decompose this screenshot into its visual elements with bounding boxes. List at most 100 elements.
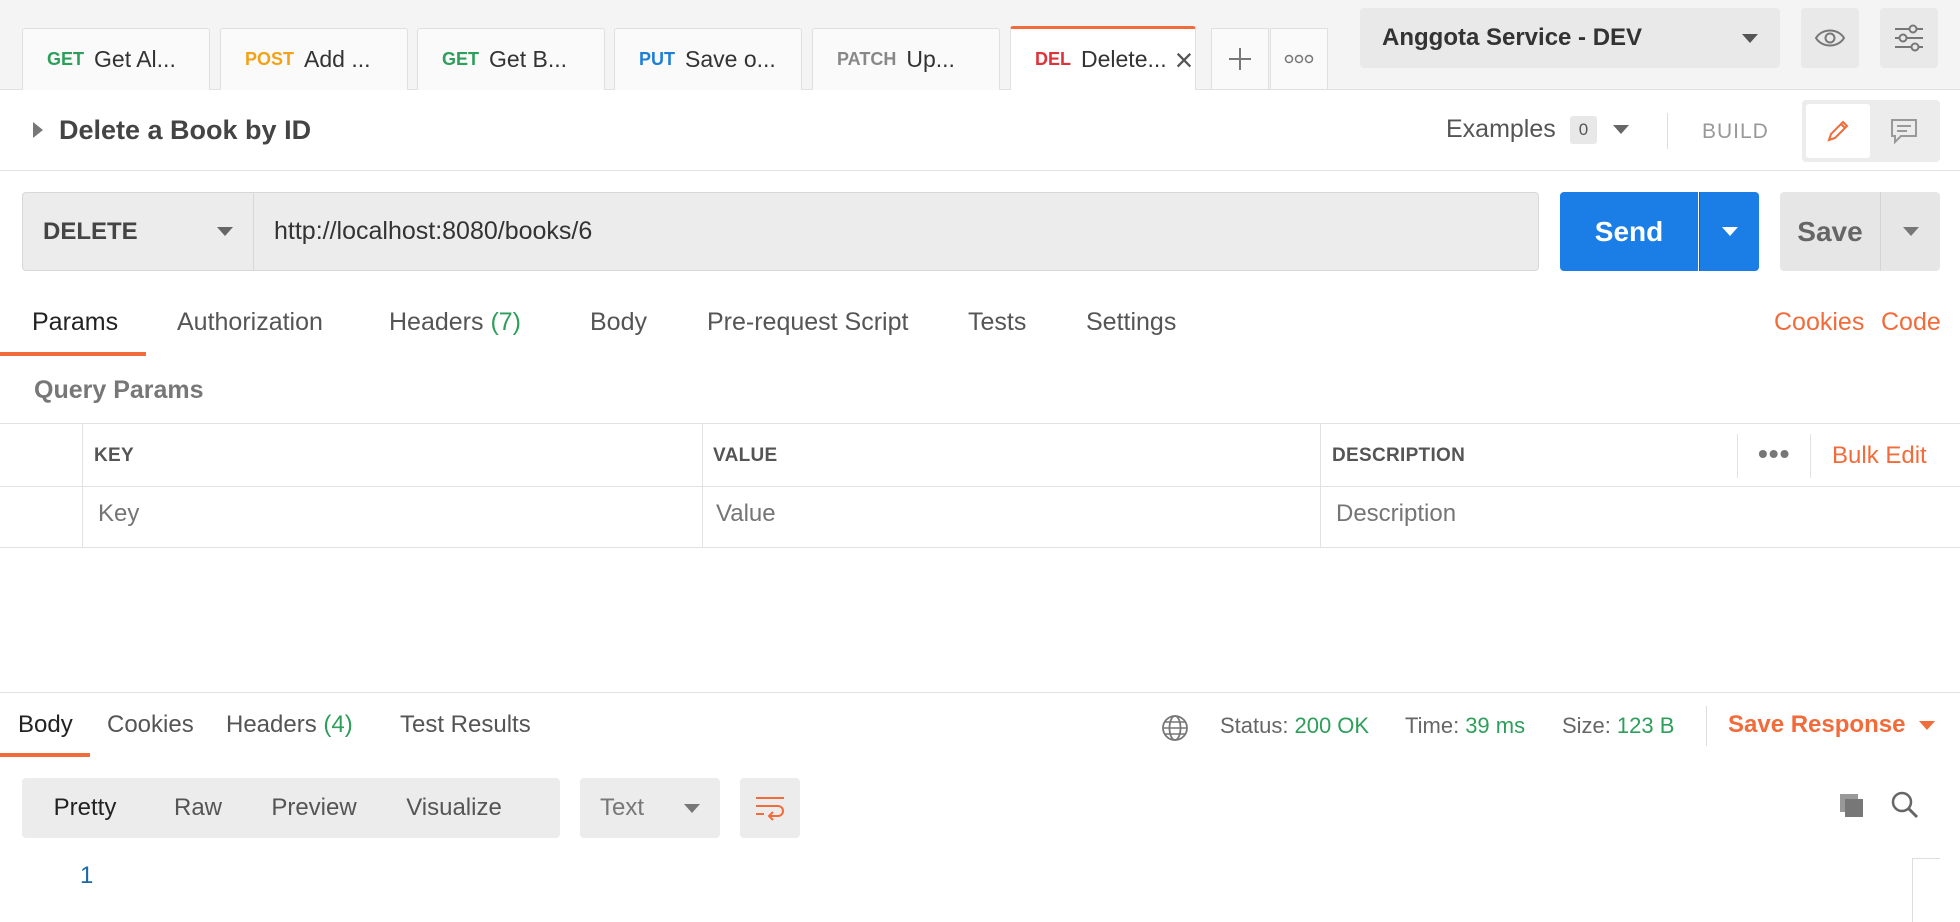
response-tab-headers[interactable]: Headers (4) (226, 711, 353, 739)
response-size: Size: 123 B (1562, 713, 1674, 739)
response-tab-cookies[interactable]: Cookies (107, 711, 194, 739)
chevron-down-icon (1613, 125, 1630, 134)
code-link[interactable]: Code (1881, 308, 1941, 337)
comments-mode-button[interactable] (1872, 104, 1936, 158)
divider (1810, 434, 1811, 478)
request-tab-get-book[interactable]: GET Get B... (417, 28, 605, 90)
search-icon[interactable] (1890, 790, 1920, 820)
divider (1706, 706, 1707, 746)
request-tab-add[interactable]: POST Add ... (220, 28, 408, 90)
column-header-value: VALUE (713, 445, 778, 466)
request-title-row: Delete a Book by ID Examples 0 BUILD (0, 91, 1960, 171)
save-button[interactable]: Save (1780, 192, 1880, 271)
send-button[interactable]: Send (1560, 192, 1698, 271)
copy-icon[interactable] (1836, 790, 1866, 820)
view-pretty-button[interactable]: Pretty (22, 778, 148, 838)
method-badge: DEL (1035, 49, 1071, 69)
request-tab-update[interactable]: PATCH Up... (812, 28, 1000, 90)
environment-select[interactable]: Anggota Service - DEV (1360, 8, 1780, 68)
param-key-input[interactable] (98, 500, 498, 528)
scrollbar[interactable] (1912, 858, 1940, 922)
send-options-button[interactable] (1699, 192, 1759, 271)
response-headers-count: (4) (323, 711, 353, 738)
tab-tests[interactable]: Tests (968, 308, 1026, 337)
column-header-description: DESCRIPTION (1332, 445, 1466, 466)
response-status: Status: 200 OK (1220, 713, 1369, 739)
tab-label: Get Al... (94, 46, 176, 72)
chevron-down-icon (1721, 227, 1738, 236)
divider (82, 424, 83, 548)
request-tab-delete[interactable]: DEL Delete... × (1010, 26, 1196, 90)
expand-triangle-icon[interactable] (33, 122, 43, 138)
wrap-lines-button[interactable] (740, 778, 800, 838)
param-value-input[interactable] (716, 500, 1116, 528)
tab-settings[interactable]: Settings (1086, 308, 1176, 337)
tab-pre-request-script[interactable]: Pre-request Script (707, 308, 908, 337)
globe-icon[interactable] (1160, 713, 1190, 743)
tab-body[interactable]: Body (590, 308, 647, 337)
chevron-down-icon (217, 227, 233, 236)
status-value: 200 OK (1294, 713, 1370, 738)
chevron-down-icon (1919, 720, 1936, 730)
method-badge: POST (245, 49, 295, 69)
more-tabs-button[interactable] (1270, 28, 1328, 90)
method-badge: PATCH (837, 49, 897, 69)
save-options-button[interactable] (1880, 192, 1940, 271)
request-tab-save[interactable]: PUT Save o... (614, 28, 802, 90)
tab-label: Delete... (1081, 46, 1167, 72)
tab-authorization[interactable]: Authorization (177, 308, 323, 337)
bulk-edit-link[interactable]: Bulk Edit (1832, 442, 1927, 470)
divider (1320, 424, 1321, 548)
examples-label: Examples (1446, 115, 1556, 143)
divider (702, 424, 703, 548)
param-description-input[interactable] (1336, 500, 1736, 528)
comment-icon (1891, 119, 1917, 145)
edit-mode-button[interactable] (1806, 104, 1870, 158)
environment-label: Anggota Service - DEV (1382, 24, 1643, 51)
size-label: Size: (1562, 713, 1611, 738)
manage-environments-button[interactable] (1880, 8, 1938, 68)
environment-quick-look-button[interactable] (1801, 8, 1859, 68)
divider (1667, 113, 1668, 149)
response-tab-test-results[interactable]: Test Results (400, 711, 531, 739)
tab-label: Add ... (304, 46, 371, 72)
cookies-link[interactable]: Cookies (1774, 308, 1864, 337)
response-format-value: Text (600, 794, 645, 821)
method-badge: GET (442, 49, 480, 69)
eye-icon (1814, 29, 1846, 47)
tab-params[interactable]: Params (32, 308, 118, 337)
build-label: BUILD (1702, 120, 1769, 143)
url-input[interactable] (254, 192, 1539, 271)
tab-headers-label: Headers (389, 308, 484, 336)
view-preview-button[interactable]: Preview (248, 778, 380, 838)
status-label: Status: (1220, 713, 1289, 738)
line-number: 1 (80, 862, 94, 889)
examples-dropdown[interactable]: Examples 0 (1446, 115, 1630, 144)
pencil-icon (1827, 120, 1849, 142)
response-format-select[interactable]: Text (580, 778, 720, 838)
response-tab-body[interactable]: Body (18, 711, 73, 739)
plus-icon (1229, 48, 1251, 70)
save-response-button[interactable]: Save Response (1728, 711, 1936, 739)
response-divider[interactable] (0, 692, 1960, 693)
headers-count: (7) (490, 308, 522, 336)
request-title[interactable]: Delete a Book by ID (59, 115, 311, 146)
tab-label: Get B... (489, 46, 567, 72)
wrap-lines-icon (756, 797, 784, 821)
view-visualize-button[interactable]: Visualize (380, 778, 528, 838)
chevron-down-icon (684, 803, 700, 813)
query-params-table: KEY VALUE DESCRIPTION ••• Bulk Edit (0, 423, 1960, 548)
response-view-mode-group: Pretty Raw Preview Visualize (22, 778, 560, 838)
tab-headers[interactable]: Headers (7) (389, 308, 521, 337)
request-tab-bar: GET Get Al... POST Add ... GET Get B... … (0, 0, 1960, 90)
http-method-value: DELETE (43, 217, 138, 245)
new-tab-button[interactable] (1211, 28, 1269, 90)
more-options-icon[interactable]: ••• (1758, 438, 1790, 470)
sliders-icon (1895, 24, 1923, 52)
close-icon[interactable]: × (1175, 44, 1194, 76)
chevron-down-icon (1902, 227, 1919, 236)
view-raw-button[interactable]: Raw (148, 778, 248, 838)
mode-toggle (1802, 100, 1940, 162)
request-tab-get-all[interactable]: GET Get Al... (22, 28, 210, 90)
http-method-select[interactable]: DELETE (22, 192, 254, 271)
